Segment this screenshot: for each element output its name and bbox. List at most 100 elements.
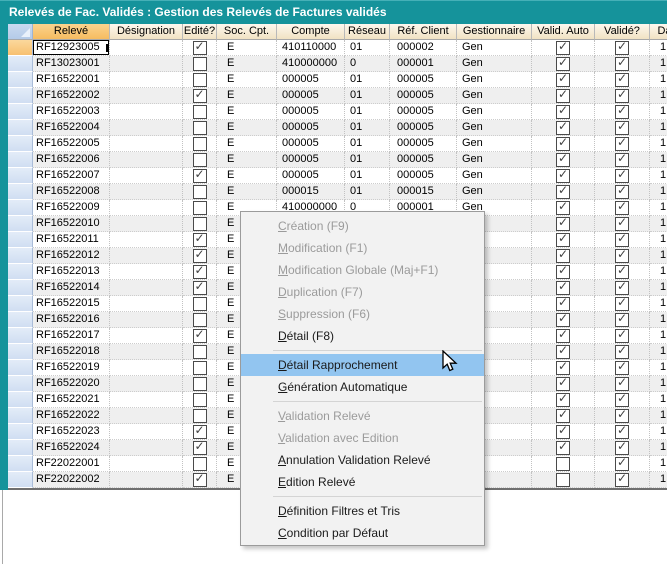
cell-gestionnaire[interactable]: Gen — [457, 88, 532, 104]
cell-releve[interactable]: RF16522015 — [33, 296, 110, 312]
cell-designation[interactable] — [110, 168, 183, 184]
cell-designation[interactable] — [110, 120, 183, 136]
cell-designation[interactable] — [110, 216, 183, 232]
cell-ref_client[interactable]: 000001 — [390, 56, 457, 72]
cell-valide[interactable] — [595, 264, 650, 280]
valide-checkbox[interactable] — [615, 297, 629, 311]
cell-designation[interactable] — [110, 104, 183, 120]
edite-checkbox[interactable] — [193, 361, 207, 375]
cell-da[interactable]: 1 — [650, 104, 667, 120]
valide-checkbox[interactable] — [615, 281, 629, 295]
cell-valide[interactable] — [595, 168, 650, 184]
edite-checkbox[interactable] — [193, 153, 207, 167]
cell-valide[interactable] — [595, 296, 650, 312]
column-header-ref_client[interactable]: Réf. Client — [390, 24, 457, 40]
menu-item-definition-filtres-et-tris[interactable]: Définition Filtres et Tris — [241, 500, 484, 522]
cell-designation[interactable] — [110, 312, 183, 328]
cell-edite[interactable] — [183, 440, 217, 456]
cell-valide[interactable] — [595, 120, 650, 136]
valid_auto-checkbox[interactable] — [556, 265, 570, 279]
cell-compte[interactable]: 000005 — [277, 152, 345, 168]
cell-edite[interactable] — [183, 184, 217, 200]
edite-checkbox[interactable] — [193, 329, 207, 343]
cell-releve[interactable]: RF16522023 — [33, 424, 110, 440]
valid_auto-checkbox[interactable] — [556, 41, 570, 55]
cell-reseau[interactable]: 01 — [345, 88, 390, 104]
valide-checkbox[interactable] — [615, 265, 629, 279]
row-selector[interactable] — [8, 88, 33, 104]
cell-reseau[interactable]: 01 — [345, 120, 390, 136]
edite-checkbox[interactable] — [193, 217, 207, 231]
cell-edite[interactable] — [183, 360, 217, 376]
cell-valide[interactable] — [595, 328, 650, 344]
row-selector[interactable] — [8, 56, 33, 72]
cell-soc_cpt[interactable]: E — [217, 56, 277, 72]
cell-releve[interactable]: RF16522009 — [33, 200, 110, 216]
cell-da[interactable]: 1 — [650, 296, 667, 312]
valide-checkbox[interactable] — [615, 361, 629, 375]
cell-valide[interactable] — [595, 136, 650, 152]
cell-valide[interactable] — [595, 248, 650, 264]
cell-releve[interactable]: RF13023001 — [33, 56, 110, 72]
cell-edite[interactable] — [183, 344, 217, 360]
cell-designation[interactable] — [110, 376, 183, 392]
edite-checkbox[interactable] — [193, 41, 207, 55]
cell-releve[interactable]: RF16522003 — [33, 104, 110, 120]
cell-releve[interactable]: RF16522020 — [33, 376, 110, 392]
edite-checkbox[interactable] — [193, 185, 207, 199]
cell-soc_cpt[interactable]: E — [217, 120, 277, 136]
cell-releve[interactable]: RF16522005 — [33, 136, 110, 152]
cell-valid_auto[interactable] — [532, 280, 595, 296]
row-selector[interactable] — [8, 472, 33, 488]
cell-da[interactable]: 1 — [650, 376, 667, 392]
cell-ref_client[interactable]: 000005 — [390, 136, 457, 152]
cell-designation[interactable] — [110, 40, 183, 56]
cell-edite[interactable] — [183, 264, 217, 280]
cell-valid_auto[interactable] — [532, 72, 595, 88]
row-selector[interactable] — [8, 456, 33, 472]
cell-valid_auto[interactable] — [532, 40, 595, 56]
column-header-reseau[interactable]: Réseau — [345, 24, 390, 40]
edite-checkbox[interactable] — [193, 121, 207, 135]
cell-valide[interactable] — [595, 376, 650, 392]
cell-releve[interactable]: RF12923005 — [33, 40, 110, 56]
cell-soc_cpt[interactable]: E — [217, 104, 277, 120]
cell-valid_auto[interactable] — [532, 376, 595, 392]
cell-valide[interactable] — [595, 392, 650, 408]
cell-valid_auto[interactable] — [532, 136, 595, 152]
cell-valide[interactable] — [595, 56, 650, 72]
cell-releve[interactable]: RF16522007 — [33, 168, 110, 184]
cell-valid_auto[interactable] — [532, 344, 595, 360]
cell-valid_auto[interactable] — [532, 216, 595, 232]
valide-checkbox[interactable] — [615, 57, 629, 71]
cell-compte[interactable]: 000005 — [277, 168, 345, 184]
cell-valid_auto[interactable] — [532, 56, 595, 72]
edite-checkbox[interactable] — [193, 73, 207, 87]
edite-checkbox[interactable] — [193, 265, 207, 279]
valide-checkbox[interactable] — [615, 89, 629, 103]
cell-soc_cpt[interactable]: E — [217, 152, 277, 168]
valid_auto-checkbox[interactable] — [556, 409, 570, 423]
cell-valide[interactable] — [595, 88, 650, 104]
cell-designation[interactable] — [110, 472, 183, 488]
row-selector[interactable] — [8, 328, 33, 344]
valid_auto-checkbox[interactable] — [556, 345, 570, 359]
row-selector[interactable] — [8, 120, 33, 136]
menu-item-annulation-validation-releve[interactable]: Annulation Validation Relevé — [241, 449, 484, 471]
cell-gestionnaire[interactable]: Gen — [457, 72, 532, 88]
cell-releve[interactable]: RF16522006 — [33, 152, 110, 168]
valid_auto-checkbox[interactable] — [556, 281, 570, 295]
cell-ref_client[interactable]: 000005 — [390, 72, 457, 88]
cell-reseau[interactable]: 01 — [345, 152, 390, 168]
cell-releve[interactable]: RF16522022 — [33, 408, 110, 424]
cell-edite[interactable] — [183, 328, 217, 344]
cell-releve[interactable]: RF16522018 — [33, 344, 110, 360]
cell-valid_auto[interactable] — [532, 296, 595, 312]
cell-releve[interactable]: RF16522016 — [33, 312, 110, 328]
valid_auto-checkbox[interactable] — [556, 329, 570, 343]
cell-reseau[interactable]: 01 — [345, 136, 390, 152]
cell-valid_auto[interactable] — [532, 152, 595, 168]
cell-valid_auto[interactable] — [532, 88, 595, 104]
column-header-valide[interactable]: Validé? — [595, 24, 650, 40]
cell-valid_auto[interactable] — [532, 232, 595, 248]
